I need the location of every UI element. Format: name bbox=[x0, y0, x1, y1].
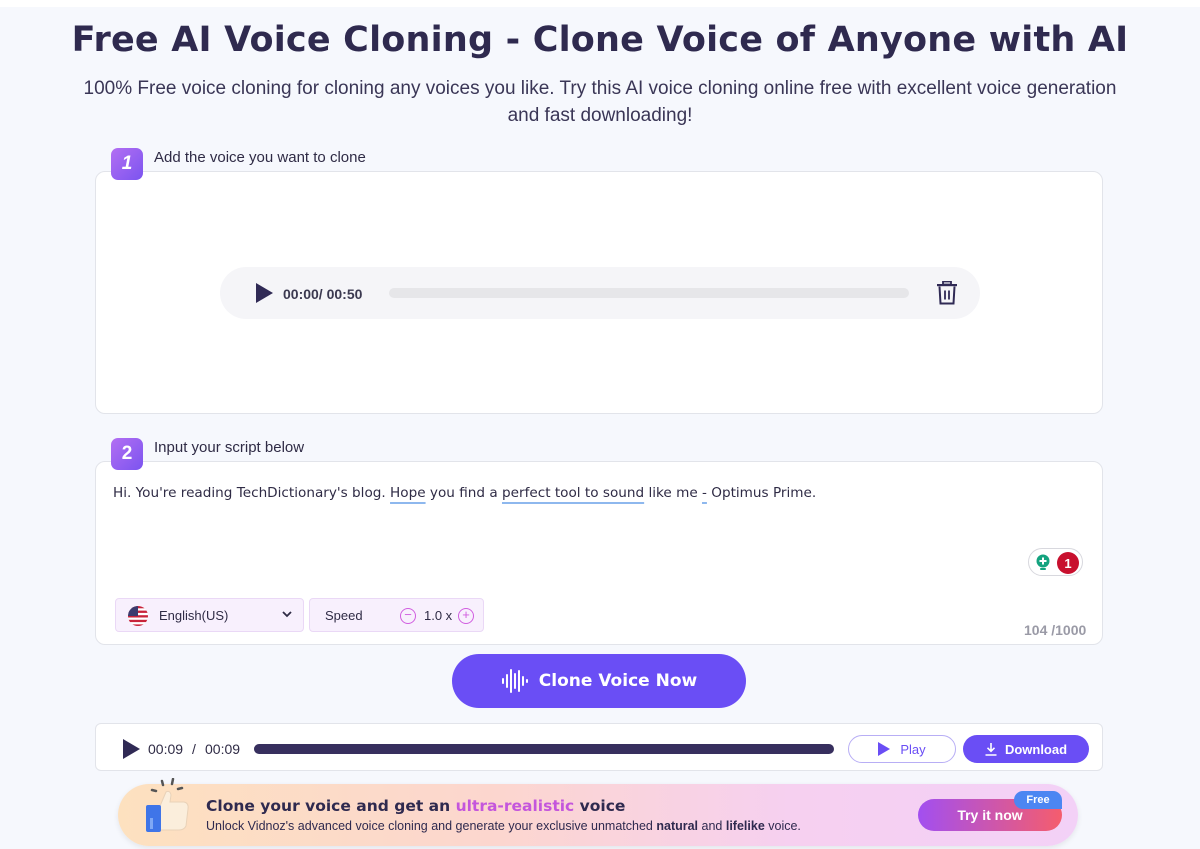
download-label: Download bbox=[1004, 741, 1068, 757]
script-text-segment: Hi. You're reading TechDictionary's blog… bbox=[113, 485, 391, 501]
source-time: 00:00/ 00:50 bbox=[283, 286, 363, 302]
subtitle-line-1: 100% Free voice cloning for cloning any … bbox=[83, 78, 1117, 99]
speed-label: Speed bbox=[325, 608, 363, 623]
page-title: Free AI Voice Cloning - Clone Voice of A… bbox=[71, 20, 1129, 60]
clone-voice-button[interactable]: Clone Voice Now bbox=[452, 654, 746, 708]
result-progress-track[interactable] bbox=[254, 744, 834, 754]
promo-sub-bold: natural bbox=[656, 819, 699, 833]
grammar-error-count: 1 bbox=[1057, 552, 1079, 574]
download-button[interactable]: Download bbox=[963, 735, 1089, 763]
play-button[interactable]: Play bbox=[848, 735, 956, 763]
promo-sub-text: and bbox=[698, 819, 726, 833]
sound-wave-icon bbox=[501, 669, 528, 693]
source-progress-track[interactable] bbox=[389, 288, 909, 298]
promo-banner: Clone your voice and get an ultra-realis… bbox=[118, 778, 1078, 846]
download-icon bbox=[985, 742, 997, 756]
page-subtitle: 100% Free voice cloning for cloning any … bbox=[50, 75, 1150, 129]
script-text-segment: you find a bbox=[425, 485, 502, 501]
subtitle-line-2: and fast downloading! bbox=[507, 105, 693, 126]
promo-sub-bold: lifelike bbox=[725, 819, 765, 833]
free-badge: Free bbox=[1014, 791, 1062, 809]
speed-increase-button[interactable]: + bbox=[458, 608, 474, 624]
grammar-checker-widget[interactable]: 1 bbox=[1028, 548, 1083, 576]
step-2-label: Input your script below bbox=[154, 439, 305, 456]
result-total-time: 00:09 bbox=[205, 741, 241, 757]
promo-title: Clone your voice and get an ultra-realis… bbox=[206, 797, 625, 815]
top-strip bbox=[0, 0, 1200, 7]
step-1-label: Add the voice you want to clone bbox=[154, 149, 366, 166]
result-progress-fill bbox=[254, 744, 834, 754]
speed-value: 1.0 x bbox=[424, 608, 453, 623]
promo-subtitle: Unlock Vidnoz's advanced voice cloning a… bbox=[206, 819, 801, 833]
play-icon bbox=[878, 742, 891, 756]
promo-title-text: Clone your voice and get an bbox=[206, 797, 456, 815]
language-select[interactable]: English(US) bbox=[115, 598, 304, 632]
play-icon[interactable] bbox=[256, 283, 273, 303]
promo-sub-text: voice. bbox=[764, 819, 801, 833]
character-count: 104 /1000 bbox=[1024, 622, 1087, 638]
clone-voice-label: Clone Voice Now bbox=[538, 671, 698, 691]
language-value: English(US) bbox=[159, 608, 229, 623]
step-2-badge: 2 bbox=[111, 438, 143, 470]
thumbs-up-icon bbox=[146, 778, 189, 832]
promo-title-highlight: ultra-realistic bbox=[455, 797, 575, 815]
script-text-segment: Optimus Prime. bbox=[706, 485, 817, 501]
speed-control: Speed − 1.0 x + bbox=[309, 598, 484, 632]
speed-decrease-button[interactable]: − bbox=[400, 608, 416, 624]
script-input[interactable]: Hi. You're reading TechDictionary's blog… bbox=[113, 485, 816, 501]
promo-sub-text: Unlock Vidnoz's advanced voice cloning a… bbox=[206, 819, 657, 833]
lightbulb-icon bbox=[1036, 554, 1050, 570]
chevron-down-icon bbox=[282, 611, 292, 618]
grammar-suggestion[interactable]: Hope bbox=[390, 485, 426, 501]
result-current-time: 00:09 bbox=[148, 741, 184, 757]
step-1-badge: 1 bbox=[111, 148, 143, 180]
trash-icon[interactable] bbox=[936, 281, 958, 305]
script-text-segment: like me bbox=[644, 485, 703, 501]
us-flag-icon bbox=[128, 606, 148, 626]
grammar-suggestion[interactable]: perfect tool to sound bbox=[502, 485, 644, 501]
result-play-icon[interactable] bbox=[123, 739, 140, 759]
source-audio-player: 00:00/ 00:50 bbox=[220, 267, 980, 319]
result-time-separator: / bbox=[192, 741, 196, 757]
play-label: Play bbox=[900, 741, 926, 757]
promo-title-text: voice bbox=[574, 797, 626, 815]
